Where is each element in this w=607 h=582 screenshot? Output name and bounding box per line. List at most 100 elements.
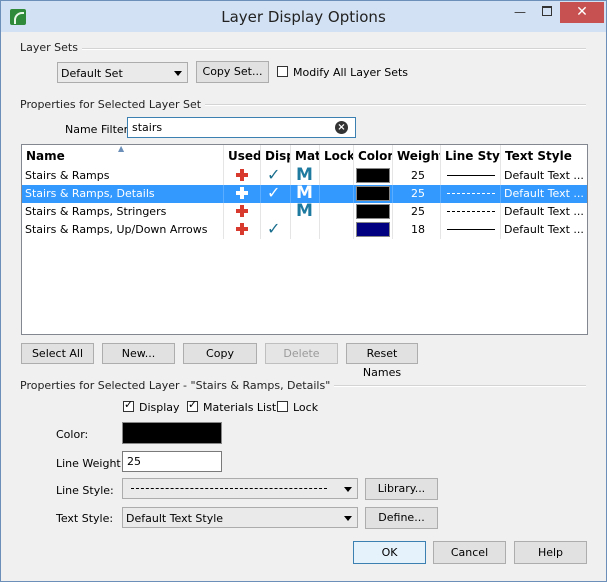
column-header-weight[interactable]: Weight	[393, 145, 441, 167]
cell-weight[interactable]: 25	[393, 203, 441, 221]
cell-used[interactable]	[224, 203, 261, 221]
cell-line-style[interactable]	[441, 167, 501, 185]
chevron-down-icon	[344, 487, 352, 492]
cell-color[interactable]	[354, 185, 393, 203]
cell-lock[interactable]	[320, 185, 354, 203]
cell-weight[interactable]: 25	[393, 167, 441, 185]
cell-mat[interactable]: M	[291, 167, 320, 185]
line-style-dashed	[131, 488, 327, 489]
column-header-name[interactable]: Name ▲	[22, 145, 224, 167]
cell-lock[interactable]	[320, 167, 354, 185]
cell-color[interactable]	[354, 203, 393, 221]
layer-sets-label: Layer Sets	[20, 41, 82, 54]
properties-set-label: Properties for Selected Layer Set	[20, 98, 206, 111]
checkmark-icon: ✓	[267, 167, 281, 184]
cell-name: Stairs & Ramps, Details	[22, 185, 224, 203]
lock-checkbox[interactable]	[277, 401, 288, 412]
chevron-down-icon	[344, 516, 352, 521]
cell-used[interactable]	[224, 221, 261, 239]
line-weight-value: 25	[127, 455, 141, 468]
help-button[interactable]: Help	[514, 541, 587, 564]
layer-set-dropdown[interactable]: Default Set	[57, 62, 188, 83]
cell-line-style[interactable]	[441, 185, 501, 203]
cell-text-style[interactable]: Default Text ...	[501, 221, 587, 239]
define-button[interactable]: Define...	[365, 507, 438, 529]
maximize-button[interactable]	[534, 2, 560, 23]
column-header-mat[interactable]: Mat	[291, 145, 320, 167]
modify-all-layer-sets-checkbox[interactable]	[277, 66, 288, 77]
line-style-dashed	[447, 211, 495, 212]
cell-lock[interactable]	[320, 203, 354, 221]
column-header-color[interactable]: Color	[354, 145, 393, 167]
cell-line-style[interactable]	[441, 203, 501, 221]
cell-lock[interactable]	[320, 221, 354, 239]
cell-name: Stairs & Ramps, Stringers	[22, 203, 224, 221]
cell-color[interactable]	[354, 167, 393, 185]
line-style-dropdown[interactable]	[122, 478, 358, 499]
copy-set-button[interactable]: Copy Set...	[196, 61, 269, 83]
cell-disp[interactable]: ✓	[261, 185, 291, 203]
cell-text-style[interactable]: Default Text ...	[501, 167, 587, 185]
cell-disp[interactable]	[261, 203, 291, 221]
ok-button[interactable]: OK	[353, 541, 426, 564]
new-button[interactable]: New...	[102, 343, 175, 364]
color-label: Color:	[56, 428, 89, 441]
table-row[interactable]: Stairs & Ramps, Stringers M 25 Default T…	[22, 203, 587, 221]
cell-color[interactable]	[354, 221, 393, 239]
layer-sets-divider	[21, 48, 586, 50]
cell-mat[interactable]: M	[291, 203, 320, 221]
cell-mat[interactable]	[291, 221, 320, 239]
cell-weight[interactable]: 25	[393, 185, 441, 203]
column-header-used[interactable]: Used	[224, 145, 261, 167]
cell-disp[interactable]: ✓	[261, 221, 291, 239]
chevron-down-icon	[174, 71, 182, 76]
display-checkbox[interactable]	[123, 398, 134, 412]
minimize-button[interactable]: —	[506, 2, 534, 23]
plus-icon	[236, 169, 248, 181]
delete-button[interactable]: Delete	[265, 343, 338, 364]
cell-text-style[interactable]: Default Text ...	[501, 203, 587, 221]
color-swatch	[356, 222, 390, 237]
clear-icon[interactable]: ×	[335, 121, 348, 134]
select-all-button[interactable]: Select All	[21, 343, 94, 364]
name-filter-input[interactable]: stairs	[127, 117, 356, 138]
title-bar[interactable]: Layer Display Options — ✕	[1, 1, 606, 32]
cell-mat[interactable]: M	[291, 185, 320, 203]
cell-used[interactable]	[224, 167, 261, 185]
table-row[interactable]: Stairs & Ramps ✓ M 25 Default Text ...	[22, 167, 587, 185]
cell-disp[interactable]: ✓	[261, 167, 291, 185]
line-weight-input[interactable]: 25	[122, 451, 222, 472]
line-style-label: Line Style:	[56, 484, 114, 497]
checkmark-icon: ✓	[267, 185, 281, 202]
close-button[interactable]: ✕	[560, 2, 604, 23]
modify-all-layer-sets-label: Modify All Layer Sets	[293, 66, 409, 79]
plus-icon	[236, 187, 248, 199]
column-header-line-style[interactable]: Line Style	[441, 145, 501, 167]
column-header-text-style[interactable]: Text Style	[501, 145, 587, 167]
text-style-dropdown-value: Default Text Style	[126, 512, 224, 525]
library-button[interactable]: Library...	[365, 478, 438, 500]
text-style-dropdown[interactable]: Default Text Style	[122, 507, 358, 528]
reset-names-button[interactable]: Reset Names	[346, 343, 418, 379]
cell-name: Stairs & Ramps, Up/Down Arrows	[22, 221, 224, 239]
layer-set-dropdown-value: Default Set	[61, 67, 123, 80]
table-row-selected[interactable]: Stairs & Ramps, Details ✓ M 25 Default T…	[22, 185, 587, 203]
color-swatch	[356, 168, 390, 183]
cell-line-style[interactable]	[441, 221, 501, 239]
layer-table[interactable]: Name▲ Used Disp Mat Lock Color Weight Li…	[21, 144, 588, 335]
cell-name: Stairs & Ramps	[22, 167, 224, 185]
cell-used[interactable]	[224, 185, 261, 203]
column-header-lock[interactable]: Lock	[320, 145, 354, 167]
cell-text-style[interactable]: Default Text ...	[501, 185, 587, 203]
cell-weight[interactable]: 18	[393, 221, 441, 239]
maximize-icon	[542, 6, 552, 16]
color-picker-button[interactable]	[122, 422, 222, 444]
table-row[interactable]: Stairs & Ramps, Up/Down Arrows ✓ 18 Defa…	[22, 221, 587, 239]
properties-layer-label: Properties for Selected Layer - "Stairs …	[20, 379, 335, 392]
cancel-button[interactable]: Cancel	[433, 541, 506, 564]
materials-list-label: Materials List	[203, 401, 277, 414]
copy-button[interactable]: Copy	[183, 343, 257, 364]
materials-list-checkbox[interactable]	[187, 398, 198, 412]
dialog-window: Layer Display Options — ✕ Layer Sets Def…	[0, 0, 607, 582]
column-header-disp[interactable]: Disp	[261, 145, 291, 167]
